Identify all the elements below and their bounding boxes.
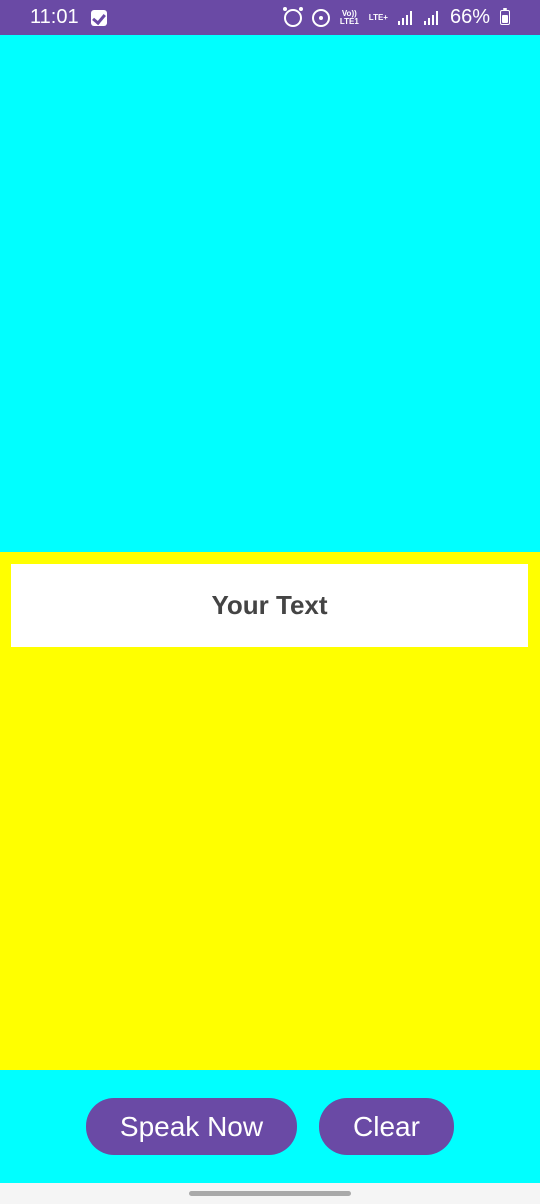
battery-percent: 66% — [449, 6, 490, 28]
middle-panel: Your Text — [0, 552, 540, 1070]
top-panel — [0, 35, 540, 552]
hotspot-icon — [311, 8, 330, 27]
speak-now-button[interactable]: Speak Now — [86, 1098, 297, 1155]
task-check-icon — [90, 9, 107, 26]
status-right: Vo)) LTE1 LTE+ 66% — [282, 0, 510, 35]
clear-button[interactable]: Clear — [319, 1098, 454, 1155]
status-time: 11:01 — [30, 6, 79, 28]
speech-text-display: Your Text — [11, 564, 528, 647]
lte-indicator: LTE+ — [368, 12, 388, 22]
status-bar: 11:01 Vo)) LTE1 LTE+ 66% — [0, 0, 540, 35]
signal-icon-2 — [423, 10, 440, 25]
volte-icon: Vo)) LTE1 — [339, 9, 359, 26]
volte-bottom-label: LTE1 — [339, 16, 359, 26]
lte-label: LTE+ — [368, 12, 388, 22]
navigation-bar — [0, 1183, 540, 1204]
battery-icon — [500, 8, 510, 25]
alarm-icon — [282, 6, 303, 27]
bottom-panel: Speak Now Clear — [0, 1070, 540, 1183]
status-left: 11:01 — [30, 0, 107, 35]
home-indicator[interactable] — [189, 1191, 351, 1196]
signal-icon — [397, 10, 414, 25]
